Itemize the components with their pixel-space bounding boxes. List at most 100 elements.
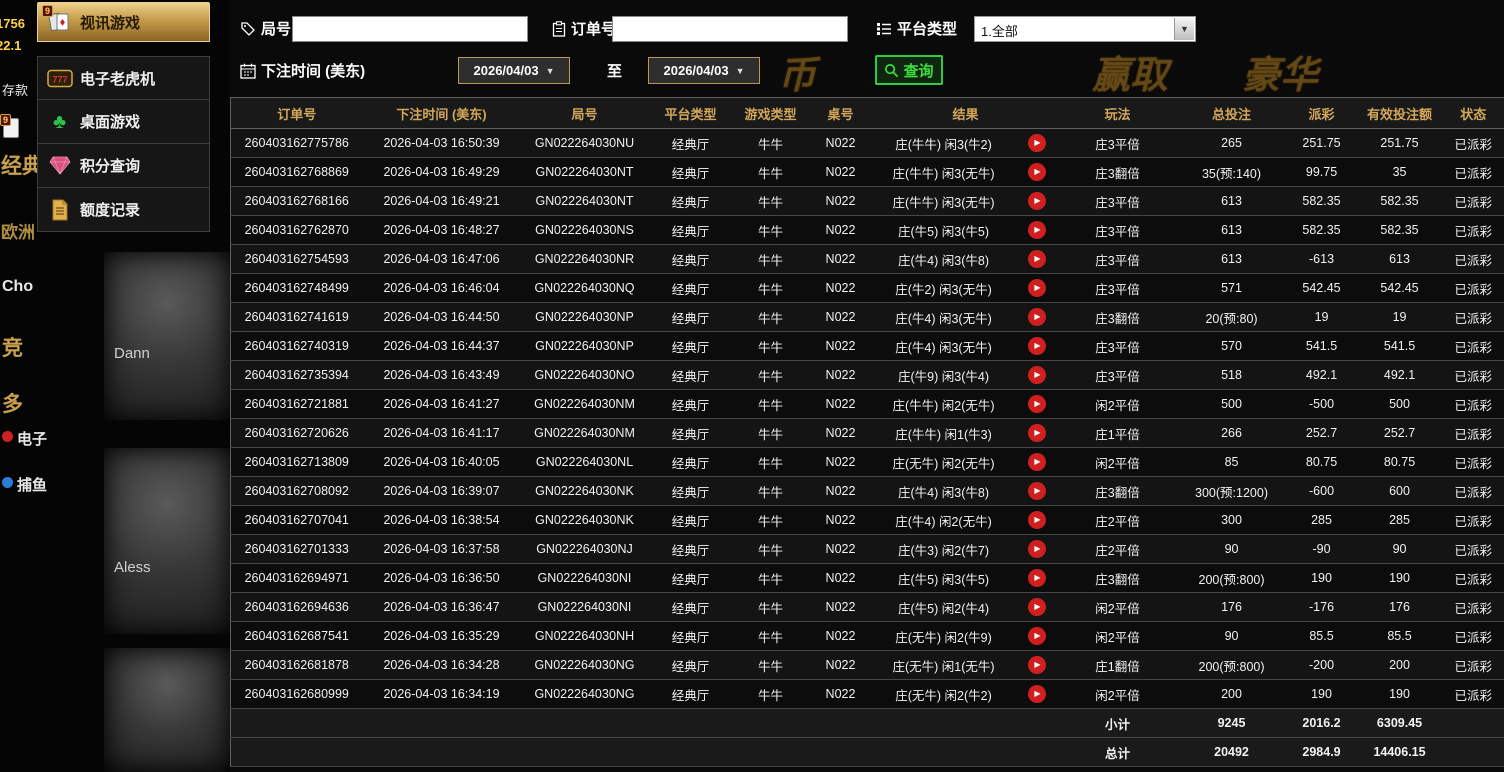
cell-payout: 99.75 <box>1286 157 1357 187</box>
cell-status: 已派彩 <box>1442 621 1504 651</box>
cell-order: 260403162701333 <box>230 534 363 564</box>
replay-button[interactable]: ▶ <box>1027 627 1046 645</box>
replay-button[interactable]: ▶ <box>1027 685 1046 703</box>
sidebar-item-slots[interactable]: 777 电子老虎机 <box>37 56 210 100</box>
date-to-button[interactable]: 2026/04/03 ▼ <box>648 57 760 84</box>
cell-result: 庄(牛4) 闲2(无牛) <box>872 505 1015 535</box>
cell-valid: 492.1 <box>1356 360 1443 390</box>
cell-tbl: N022 <box>808 331 873 361</box>
table-row: 260403162748499 2026-04-03 16:46:04 GN0222… <box>230 273 1504 303</box>
cell-result: 庄(牛3) 闲2(牛7) <box>872 534 1015 564</box>
cell-payout: 251.75 <box>1286 128 1357 158</box>
dealer-avatar: Dann <box>104 252 230 420</box>
replay-button[interactable]: ▶ <box>1027 424 1046 442</box>
order-number-label: 订单号 <box>552 18 616 39</box>
round-number-input[interactable] <box>292 16 528 42</box>
cell-tbl: N022 <box>808 505 873 535</box>
replay-button[interactable]: ▶ <box>1027 366 1046 384</box>
replay-button[interactable]: ▶ <box>1027 337 1046 355</box>
cell-status: 已派彩 <box>1442 360 1504 390</box>
cell-payout: 85.5 <box>1286 621 1357 651</box>
cell-valid: 200 <box>1356 650 1443 680</box>
cell-replay: ▶ <box>1014 563 1059 593</box>
cell-status: 已派彩 <box>1442 244 1504 274</box>
cell-payout: -613 <box>1286 244 1357 274</box>
replay-button[interactable]: ▶ <box>1027 395 1046 413</box>
sidebar-item-live-games[interactable]: 9 视讯游戏 <box>37 2 210 42</box>
cell-bet: 500 <box>1176 389 1287 419</box>
cell-time: 2026-04-03 16:44:50 <box>362 302 521 332</box>
cell-payout: 80.75 <box>1286 447 1357 477</box>
col-table: 桌号 <box>808 97 873 129</box>
cell-game: 牛牛 <box>732 215 809 245</box>
cell-payout: 285 <box>1286 505 1357 535</box>
replay-button[interactable]: ▶ <box>1027 163 1046 181</box>
subtotal-label: 小计 <box>1058 708 1177 738</box>
count-badge: 9 <box>42 5 54 17</box>
cell-playtype: 庄3翻倍 <box>1058 563 1177 593</box>
cell-playtype: 闲2平倍 <box>1058 447 1177 477</box>
replay-button[interactable]: ▶ <box>1027 656 1046 674</box>
cell-playtype: 闲2平倍 <box>1058 679 1177 709</box>
cell-time: 2026-04-03 16:36:47 <box>362 592 521 622</box>
cell-round: GN022264030NR <box>520 244 649 274</box>
sidebar-item-label: 桌面游戏 <box>80 114 141 131</box>
col-time: 下注时间 (美东) <box>362 97 521 129</box>
cell-status: 已派彩 <box>1442 650 1504 680</box>
cell-replay: ▶ <box>1014 476 1059 506</box>
cell-round: GN022264030NM <box>520 418 649 448</box>
sidebar-item-credit-records[interactable]: 额度记录 <box>37 188 210 232</box>
order-number-input[interactable] <box>612 16 848 42</box>
sidebar-item-table-games[interactable]: ♣ 桌面游戏 <box>37 100 210 144</box>
dealer-avatar: Aless <box>104 448 230 634</box>
cell-time: 2026-04-03 16:34:28 <box>362 650 521 680</box>
cell-game: 牛牛 <box>732 157 809 187</box>
cell-hall: 经典厅 <box>648 476 733 506</box>
cell-game: 牛牛 <box>732 563 809 593</box>
cell-payout: 190 <box>1286 563 1357 593</box>
bet-records-table: 订单号 下注时间 (美东) 局号 平台类型 游戏类型 桌号 结果 玩法 总投注 … <box>230 97 1504 767</box>
replay-button[interactable]: ▶ <box>1027 279 1046 297</box>
cell-result: 庄(牛5) 闲2(牛4) <box>872 592 1015 622</box>
cell-bet: 613 <box>1176 215 1287 245</box>
table-row: 260403162735394 2026-04-03 16:43:49 GN0222… <box>230 360 1504 390</box>
cell-order: 260403162680999 <box>230 679 363 709</box>
tag-icon <box>241 21 255 36</box>
cell-round: GN022264030NM <box>520 389 649 419</box>
cell-status: 已派彩 <box>1442 418 1504 448</box>
date-from-button[interactable]: 2026/04/03 ▼ <box>458 57 570 84</box>
replay-button[interactable]: ▶ <box>1027 221 1046 239</box>
red-dot-icon <box>2 431 13 442</box>
cell-tbl: N022 <box>808 650 873 680</box>
cell-bet: 200(预:800) <box>1176 650 1287 680</box>
sidebar-item-points-query[interactable]: 积分查询 <box>37 144 210 188</box>
cell-tbl: N022 <box>808 157 873 187</box>
search-button[interactable]: 查询 <box>875 55 943 85</box>
replay-button[interactable]: ▶ <box>1027 511 1046 529</box>
cell-round: GN022264030NH <box>520 621 649 651</box>
platform-type-select[interactable]: 1.全部 ▼ <box>974 16 1196 42</box>
cell-order: 260403162741619 <box>230 302 363 332</box>
cell-valid: 80.75 <box>1356 447 1443 477</box>
cell-bet: 35(预:140) <box>1176 157 1287 187</box>
replay-button[interactable]: ▶ <box>1027 482 1046 500</box>
replay-button[interactable]: ▶ <box>1027 453 1046 471</box>
replay-button[interactable]: ▶ <box>1027 598 1046 616</box>
replay-button[interactable]: ▶ <box>1027 192 1046 210</box>
replay-button[interactable]: ▶ <box>1027 308 1046 326</box>
replay-button[interactable]: ▶ <box>1027 569 1046 587</box>
lobby-jing-label: 竞 <box>2 337 23 360</box>
cell-tbl: N022 <box>808 447 873 477</box>
cell-bet: 300 <box>1176 505 1287 535</box>
replay-button[interactable]: ▶ <box>1027 134 1046 152</box>
table-row: 260403162713809 2026-04-03 16:40:05 GN0222… <box>230 447 1504 477</box>
cell-round: GN022264030NK <box>520 476 649 506</box>
replay-button[interactable]: ▶ <box>1027 540 1046 558</box>
cell-game: 牛牛 <box>732 302 809 332</box>
cell-order: 260403162707041 <box>230 505 363 535</box>
replay-button[interactable]: ▶ <box>1027 250 1046 268</box>
cell-hall: 经典厅 <box>648 244 733 274</box>
chevron-down-icon[interactable]: ▼ <box>1174 18 1194 40</box>
cell-game: 牛牛 <box>732 128 809 158</box>
col-round: 局号 <box>520 97 649 129</box>
